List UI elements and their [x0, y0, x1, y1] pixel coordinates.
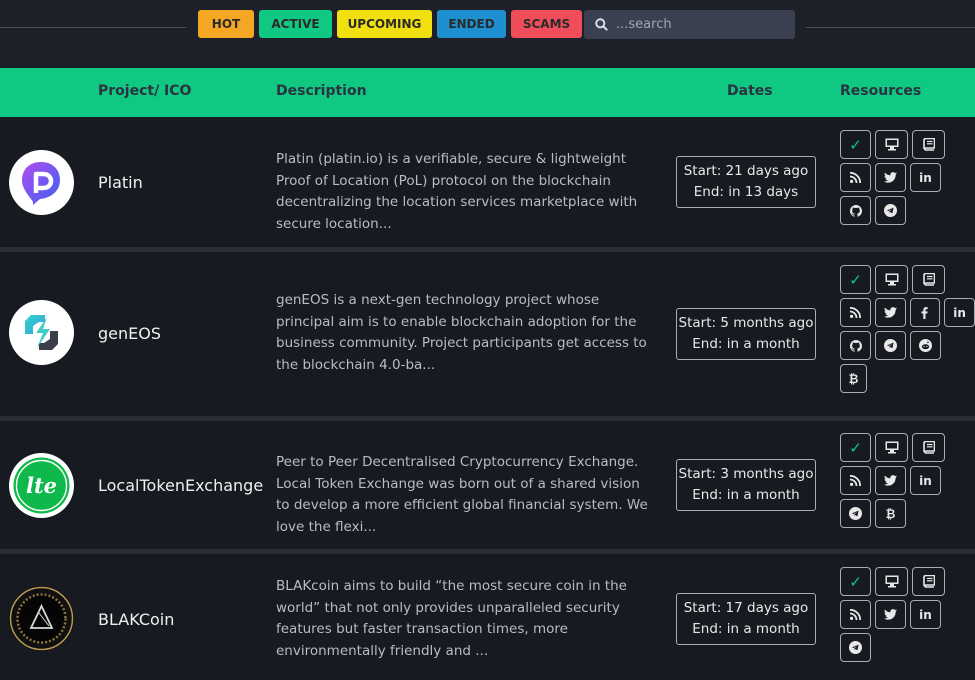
header-description[interactable]: Description	[276, 83, 367, 99]
book-icon[interactable]	[912, 130, 945, 159]
check-icon[interactable]: ✓	[840, 265, 871, 294]
project-dates: Start: 17 days ago End: in a month	[676, 593, 816, 645]
telegram-icon[interactable]	[840, 499, 871, 528]
divider-right	[806, 27, 975, 28]
rss-icon[interactable]	[840, 466, 871, 495]
resource-links: ✓ in ₿	[840, 265, 975, 397]
project-description: BLAKcoin aims to build “the most secure …	[276, 578, 627, 660]
desktop-icon[interactable]	[875, 567, 908, 596]
bitcoin-icon[interactable]: ₿	[875, 499, 906, 528]
book-icon[interactable]	[912, 433, 945, 462]
lte-logo-text: lte	[26, 473, 57, 498]
filter-ended-button[interactable]: ENDED	[437, 10, 506, 38]
localtokenexchange-logo[interactable]: lte	[9, 453, 74, 518]
twitter-icon[interactable]	[875, 163, 906, 192]
header-resources[interactable]: Resources	[840, 83, 921, 99]
date-end: End: in a month	[692, 487, 800, 503]
check-icon[interactable]: ✓	[840, 567, 871, 596]
reddit-icon[interactable]	[910, 331, 941, 360]
linkedin-icon[interactable]: in	[910, 466, 941, 495]
book-icon[interactable]	[912, 567, 945, 596]
date-end: End: in 13 days	[693, 184, 799, 200]
rss-icon[interactable]	[840, 600, 871, 629]
table-row[interactable]: Platin Platin (platin.io) is a verifiabl…	[0, 117, 975, 247]
table-row[interactable]: BLAKCoin BLAKcoin aims to build “the mos…	[0, 554, 975, 680]
twitter-icon[interactable]	[875, 466, 906, 495]
resource-links: ✓ in	[840, 567, 975, 666]
book-icon[interactable]	[912, 265, 945, 294]
date-end: End: in a month	[692, 336, 800, 352]
filter-upcoming-button[interactable]: UPCOMING	[337, 10, 432, 38]
platin-logo[interactable]	[9, 150, 74, 215]
project-dates: Start: 3 months ago End: in a month	[676, 459, 816, 511]
project-name[interactable]: BLAKCoin	[98, 610, 174, 629]
project-dates: Start: 21 days ago End: in 13 days	[676, 156, 816, 208]
linkedin-icon[interactable]: in	[944, 298, 975, 327]
filter-buttons: HOT ACTIVE UPCOMING ENDED SCAMS	[198, 10, 582, 38]
date-start: Start: 5 months ago	[678, 315, 814, 331]
rss-icon[interactable]	[840, 163, 871, 192]
telegram-icon[interactable]	[875, 331, 906, 360]
project-name[interactable]: Platin	[98, 173, 143, 192]
search-icon	[595, 18, 608, 31]
facebook-icon[interactable]	[909, 298, 941, 327]
resource-links: ✓ in	[840, 130, 975, 229]
twitter-icon[interactable]	[875, 600, 906, 629]
desktop-icon[interactable]	[875, 265, 908, 294]
filter-active-button[interactable]: ACTIVE	[259, 10, 332, 38]
table-row[interactable]: genEOS genEOS is a next-gen technology p…	[0, 252, 975, 416]
desktop-icon[interactable]	[875, 433, 908, 462]
filter-bar: HOT ACTIVE UPCOMING ENDED SCAMS	[0, 0, 975, 68]
geneos-logo[interactable]	[9, 300, 74, 365]
telegram-icon[interactable]	[840, 633, 871, 662]
linkedin-icon[interactable]: in	[910, 163, 941, 192]
rss-icon[interactable]	[840, 298, 871, 327]
date-start: Start: 21 days ago	[683, 163, 809, 179]
project-description: Platin (platin.io) is a verifiable, secu…	[276, 151, 638, 233]
bitcoin-icon[interactable]: ₿	[840, 364, 867, 393]
blakcoin-logo[interactable]	[9, 586, 74, 651]
search-box[interactable]	[584, 10, 795, 39]
project-name[interactable]: genEOS	[98, 324, 161, 343]
check-icon[interactable]: ✓	[840, 433, 871, 462]
desktop-icon[interactable]	[875, 130, 908, 159]
header-project[interactable]: Project/ ICO	[98, 83, 191, 99]
divider-left	[0, 27, 186, 28]
resource-links: ✓ in ₿	[840, 433, 975, 532]
header-dates[interactable]: Dates	[727, 83, 773, 99]
linkedin-icon[interactable]: in	[910, 600, 941, 629]
table-row[interactable]: lte LocalTokenExchange Peer to Peer Dece…	[0, 421, 975, 549]
twitter-icon[interactable]	[874, 298, 906, 327]
table-header: Project/ ICO Description Dates Resources	[0, 68, 975, 117]
date-start: Start: 17 days ago	[683, 600, 809, 616]
filter-scams-button[interactable]: SCAMS	[511, 10, 582, 38]
search-input[interactable]	[614, 16, 788, 33]
project-name[interactable]: LocalTokenExchange	[98, 476, 263, 495]
telegram-icon[interactable]	[875, 196, 906, 225]
date-end: End: in a month	[692, 621, 800, 637]
check-icon[interactable]: ✓	[840, 130, 871, 159]
github-icon[interactable]	[840, 196, 871, 225]
project-dates: Start: 5 months ago End: in a month	[676, 308, 816, 360]
project-description: Peer to Peer Decentralised Cryptocurrenc…	[276, 454, 648, 536]
date-start: Start: 3 months ago	[678, 466, 814, 482]
filter-hot-button[interactable]: HOT	[198, 10, 254, 38]
github-icon[interactable]	[840, 331, 871, 360]
project-description: genEOS is a next-gen technology project …	[276, 292, 647, 374]
